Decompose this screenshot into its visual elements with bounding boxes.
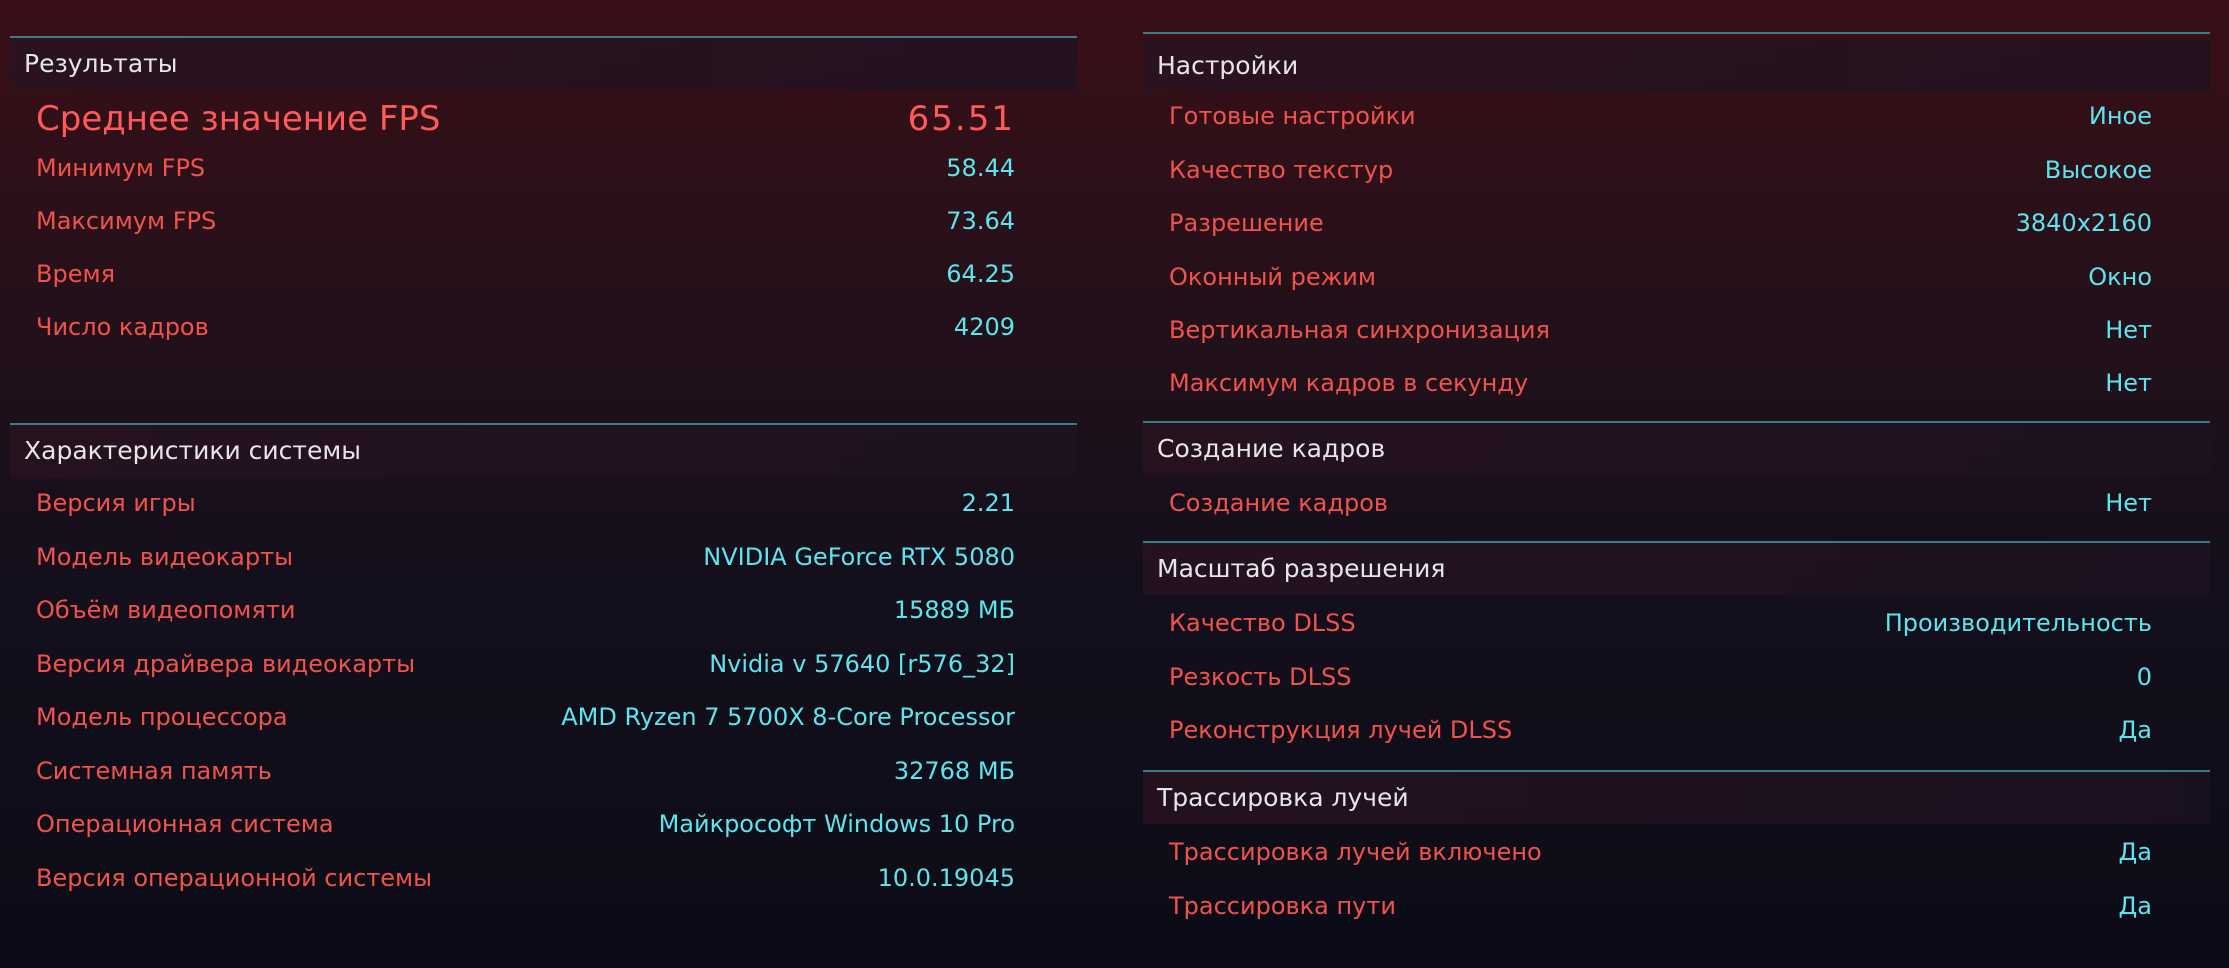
ray-tracing-enabled-label: Трассировка лучей включено xyxy=(1169,838,1542,866)
ray-tracing-section: Трассировка лучей Трассировка лучей вклю… xyxy=(1143,770,2210,940)
preset-row[interactable]: Готовые настройки Иное xyxy=(1143,96,2210,136)
max-fps-limit-row[interactable]: Максимум кадров в секунду Нет xyxy=(1143,363,2210,403)
window-mode-label: Оконный режим xyxy=(1169,263,1376,291)
system-title: Характеристики системы xyxy=(24,436,361,465)
gpu-model-label: Модель видеокарты xyxy=(36,543,294,571)
avg-fps-value: 65.51 xyxy=(907,99,1015,139)
resolution-scaling-title: Масштаб разрешения xyxy=(1157,554,1446,583)
system-memory-row: Системная память 32768 МБ xyxy=(10,751,1077,791)
os-version-label: Версия операционной системы xyxy=(36,864,433,892)
settings-divider xyxy=(1143,32,2210,34)
frame-gen-row[interactable]: Создание кадров Нет xyxy=(1143,483,2210,523)
left-panel: Результаты Среднее значение FPS 65.51 Ми… xyxy=(10,0,1077,968)
ray-tracing-enabled-row[interactable]: Трассировка лучей включено Да xyxy=(1143,832,2210,872)
ray-tracing-enabled-value: Да xyxy=(2118,838,2152,866)
system-memory-label: Системная память xyxy=(36,757,272,785)
results-title: Результаты xyxy=(24,49,178,78)
avg-fps-row: Среднее значение FPS 65.51 xyxy=(10,94,1077,144)
preset-label: Готовые настройки xyxy=(1169,102,1416,130)
min-fps-row: Минимум FPS 58.44 xyxy=(10,148,1077,188)
os-value: Майкрософт Windows 10 Pro xyxy=(658,810,1015,838)
preset-value: Иное xyxy=(2088,102,2152,130)
results-section: Результаты Среднее значение FPS 65.51 Ми… xyxy=(10,36,1077,366)
dlss-ray-reconstruction-row[interactable]: Реконструкция лучей DLSS Да xyxy=(1143,710,2210,750)
frame-gen-title: Создание кадров xyxy=(1157,434,1386,463)
right-panel: Настройки Готовые настройки Иное Качеств… xyxy=(1143,0,2210,968)
dlss-quality-row[interactable]: Качество DLSS Производительность xyxy=(1143,603,2210,643)
os-row: Операционная система Майкрософт Windows … xyxy=(10,804,1077,844)
vram-row: Объём видеопомяти 15889 МБ xyxy=(10,590,1077,630)
game-version-value: 2.21 xyxy=(961,489,1015,517)
dlss-ray-reconstruction-value: Да xyxy=(2118,716,2152,744)
resolution-label: Разрешение xyxy=(1169,209,1324,237)
game-version-label: Версия игры xyxy=(36,489,196,517)
max-fps-label: Максимум FPS xyxy=(36,207,217,235)
gpu-model-row: Модель видеокарты NVIDIA GeForce RTX 508… xyxy=(10,537,1077,577)
dlss-quality-value: Производительность xyxy=(1884,609,2152,637)
os-version-row: Версия операционной системы 10.0.19045 xyxy=(10,858,1077,898)
system-memory-value: 32768 МБ xyxy=(893,757,1015,785)
frame-count-label: Число кадров xyxy=(36,313,209,341)
max-fps-limit-value: Нет xyxy=(2105,369,2152,397)
min-fps-value: 58.44 xyxy=(946,154,1015,182)
dlss-sharpness-value: 0 xyxy=(2136,663,2152,691)
os-label: Операционная система xyxy=(36,810,334,838)
dlss-sharpness-row[interactable]: Резкость DLSS 0 xyxy=(1143,657,2210,697)
vram-value: 15889 МБ xyxy=(893,596,1015,624)
dlss-quality-label: Качество DLSS xyxy=(1169,609,1356,637)
vram-label: Объём видеопомяти xyxy=(36,596,296,624)
cpu-model-row: Модель процессора AMD Ryzen 7 5700X 8-Co… xyxy=(10,697,1077,737)
frame-gen-label: Создание кадров xyxy=(1169,489,1389,517)
ray-tracing-title: Трассировка лучей xyxy=(1157,783,1409,812)
resolution-value: 3840x2160 xyxy=(2015,209,2152,237)
vsync-row[interactable]: Вертикальная синхронизация Нет xyxy=(1143,310,2210,350)
frame-count-value: 4209 xyxy=(953,313,1015,341)
resolution-row[interactable]: Разрешение 3840x2160 xyxy=(1143,203,2210,243)
time-value: 64.25 xyxy=(946,260,1015,288)
vsync-value: Нет xyxy=(2105,316,2152,344)
max-fps-value: 73.64 xyxy=(946,207,1015,235)
texture-quality-label: Качество текстур xyxy=(1169,156,1394,184)
path-tracing-row[interactable]: Трассировка пути Да xyxy=(1143,886,2210,926)
max-fps-row: Максимум FPS 73.64 xyxy=(10,201,1077,241)
max-fps-limit-label: Максимум кадров в секунду xyxy=(1169,369,1529,397)
avg-fps-label: Среднее значение FPS xyxy=(36,99,441,139)
path-tracing-label: Трассировка пути xyxy=(1169,892,1396,920)
driver-version-label: Версия драйвера видеокарты xyxy=(36,650,416,678)
window-mode-value: Окно xyxy=(2088,263,2152,291)
min-fps-label: Минимум FPS xyxy=(36,154,206,182)
resolution-scaling-header: Масштаб разрешения xyxy=(1143,543,2210,595)
window-mode-row[interactable]: Оконный режим Окно xyxy=(1143,257,2210,297)
ray-tracing-header: Трассировка лучей xyxy=(1143,772,2210,824)
vsync-label: Вертикальная синхронизация xyxy=(1169,316,1550,344)
texture-quality-value: Высокое xyxy=(2044,156,2152,184)
gpu-model-value: NVIDIA GeForce RTX 5080 xyxy=(703,543,1015,571)
time-label: Время xyxy=(36,260,116,288)
settings-section: Настройки Готовые настройки Иное Качеств… xyxy=(1143,32,2210,422)
frame-gen-header: Создание кадров xyxy=(1143,423,2210,475)
driver-version-row: Версия драйвера видеокарты Nvidia v 5764… xyxy=(10,644,1077,684)
path-tracing-value: Да xyxy=(2118,892,2152,920)
texture-quality-row[interactable]: Качество текстур Высокое xyxy=(1143,150,2210,190)
settings-title: Настройки xyxy=(1157,51,1299,80)
dlss-ray-reconstruction-label: Реконструкция лучей DLSS xyxy=(1169,716,1513,744)
results-header: Результаты xyxy=(10,38,1077,90)
driver-version-value: Nvidia v 57640 [r576_32] xyxy=(709,650,1015,678)
system-section: Характеристики системы Версия игры 2.21 … xyxy=(10,423,1077,903)
cpu-model-value: AMD Ryzen 7 5700X 8-Core Processor xyxy=(561,703,1015,731)
game-version-row: Версия игры 2.21 xyxy=(10,483,1077,523)
frame-count-row: Число кадров 4209 xyxy=(10,307,1077,347)
dlss-sharpness-label: Резкость DLSS xyxy=(1169,663,1352,691)
time-row: Время 64.25 xyxy=(10,254,1077,294)
resolution-scaling-section: Масштаб разрешения Качество DLSS Произво… xyxy=(1143,541,2210,769)
system-header: Характеристики системы xyxy=(10,425,1077,477)
frame-gen-value: Нет xyxy=(2105,489,2152,517)
cpu-model-label: Модель процессора xyxy=(36,703,288,731)
settings-header: Настройки xyxy=(1143,40,2210,92)
frame-gen-section: Создание кадров Создание кадров Нет xyxy=(1143,421,2210,541)
os-version-value: 10.0.19045 xyxy=(877,864,1015,892)
